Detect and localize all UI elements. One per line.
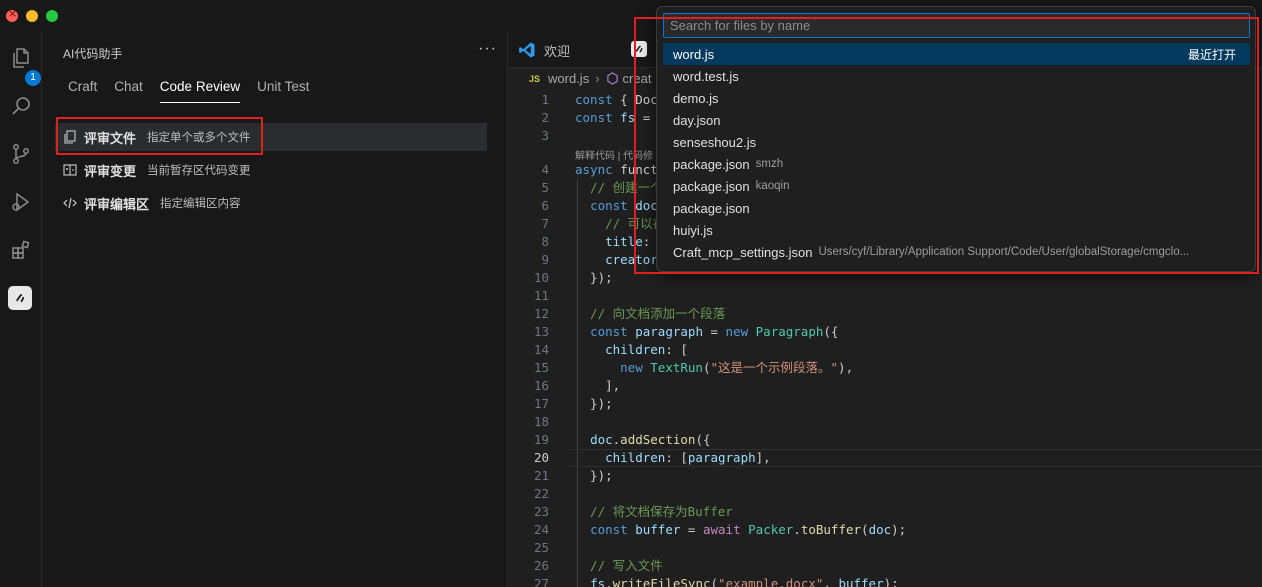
line-number: 16 (533, 378, 549, 393)
ai-assistant-panel: AI代码助手 ··· Craft Chat Code Review Unit T… (43, 32, 508, 587)
review-editor-desc: 指定编辑区内容 (160, 198, 241, 210)
review-changes-desc: 当前暂存区代码变更 (147, 165, 251, 177)
assistant-tabs: Craft Chat Code Review Unit Test (68, 79, 326, 103)
explorer-icon[interactable]: 1 (7, 44, 41, 86)
code-text: // 将文档保存为Buffer (575, 504, 733, 519)
line-number: 17 (533, 396, 549, 411)
craft-logo-icon[interactable] (8, 286, 32, 310)
line-number: 20 (533, 450, 549, 465)
code-text: fs.writeFileSync("example.docx", buffer)… (590, 576, 899, 587)
code-line[interactable]: 24 const buffer = await Packer.toBuffer(… (509, 521, 1262, 539)
extensions-icon[interactable] (7, 236, 35, 264)
method-icon (606, 72, 618, 85)
line-number: 7 (541, 216, 549, 231)
line-number: 22 (533, 486, 549, 501)
review-changes-item[interactable]: 评审变更 当前暂存区代码变更 (55, 156, 487, 184)
panel-title: AI代码助手 (63, 47, 123, 61)
source-control-icon[interactable] (7, 140, 35, 168)
line-number: 23 (533, 504, 549, 519)
activity-bar: 1 (0, 32, 42, 587)
close-window-button[interactable] (6, 7, 18, 22)
vscode-icon (519, 42, 535, 58)
line-number: 11 (533, 288, 549, 303)
code-line[interactable]: 27 fs.writeFileSync("example.docx", buff… (509, 575, 1262, 587)
line-number: 6 (541, 198, 549, 213)
code-line[interactable]: 19 doc.addSection({ (509, 431, 1262, 449)
line-number: 15 (533, 360, 549, 375)
tab-craft[interactable]: Craft (68, 79, 97, 103)
highlight-box-review-files (56, 117, 263, 155)
run-debug-icon[interactable] (7, 188, 35, 216)
tab-chat[interactable]: Chat (114, 79, 143, 103)
line-number: 5 (541, 180, 549, 195)
code-line[interactable]: 25 (509, 539, 1262, 557)
code-text: // 向文档添加一个段落 (575, 306, 726, 321)
js-file-icon: JS (529, 73, 541, 84)
code-line[interactable]: 22 (509, 485, 1262, 503)
line-number: 10 (533, 270, 549, 285)
line-number: 12 (533, 306, 549, 321)
line-number: 14 (533, 342, 549, 357)
code-line[interactable]: 21 }); (509, 467, 1262, 485)
code-line[interactable]: 23 // 将文档保存为Buffer (509, 503, 1262, 521)
code-line[interactable]: 11 (509, 287, 1262, 305)
code-text: }); (575, 468, 613, 483)
tab-code-review[interactable]: Code Review (159, 79, 241, 103)
editor-tab-welcome[interactable]: 欢迎 (509, 32, 570, 68)
breadcrumb-file[interactable]: word.js (548, 71, 589, 86)
code-text: ], (575, 378, 621, 393)
line-number: 25 (533, 540, 549, 555)
code-text: const paragraph = new Paragraph({ (590, 324, 839, 339)
line-number: 2 (541, 110, 549, 125)
line-number: 26 (533, 558, 549, 573)
search-icon[interactable] (7, 92, 35, 120)
maximize-window-button[interactable] (46, 10, 58, 22)
code-line[interactable]: 15 new TextRun("这是一个示例段落。"), (509, 359, 1262, 377)
code-line[interactable]: 16 ], (509, 377, 1262, 395)
code-line[interactable]: 17 }); (509, 395, 1262, 413)
line-number: 19 (533, 432, 549, 447)
code-line[interactable]: 20 children: [paragraph], (509, 449, 1262, 467)
line-number: 3 (541, 128, 549, 143)
code-text: children: [paragraph], (605, 450, 771, 465)
line-number: 4 (541, 162, 549, 177)
line-number: 1 (541, 92, 549, 107)
review-editor-item[interactable]: 评审编辑区 指定编辑区内容 (55, 189, 487, 217)
code-text: const buffer = await Packer.toBuffer(doc… (590, 522, 907, 537)
more-actions-icon[interactable]: ··· (478, 40, 497, 58)
line-number: 13 (533, 324, 549, 339)
line-number: 27 (533, 576, 549, 587)
code-text: }); (575, 270, 613, 285)
code-line[interactable]: 12 // 向文档添加一个段落 (509, 305, 1262, 323)
chevron-right-icon: › (595, 71, 600, 86)
diff-icon (63, 163, 77, 177)
code-text: // 写入文件 (575, 558, 663, 573)
code-line[interactable]: 14 children: [ (509, 341, 1262, 359)
code-line[interactable]: 13 const paragraph = new Paragraph({ (509, 323, 1262, 341)
review-changes-label: 评审变更 (84, 163, 137, 179)
highlight-box-quick-pick (634, 17, 1259, 274)
line-number: 24 (533, 522, 549, 537)
code-text: doc.addSection({ (590, 432, 711, 447)
review-editor-label: 评审编辑区 (84, 196, 150, 212)
code-text: children: [ (605, 342, 688, 357)
minimize-window-button[interactable] (26, 10, 38, 22)
code-text: new TextRun("这是一个示例段落。"), (620, 360, 854, 375)
line-number: 9 (541, 252, 549, 267)
code-icon (63, 196, 77, 210)
line-number: 21 (533, 468, 549, 483)
editor-tab-label: 欢迎 (544, 43, 571, 59)
tab-unit-test[interactable]: Unit Test (257, 79, 309, 103)
line-number: 8 (541, 234, 549, 249)
code-line[interactable]: 26 // 写入文件 (509, 557, 1262, 575)
code-line[interactable]: 18 (509, 413, 1262, 431)
explorer-badge: 1 (25, 70, 41, 86)
line-number: 18 (533, 414, 549, 429)
code-text: }); (575, 396, 613, 411)
